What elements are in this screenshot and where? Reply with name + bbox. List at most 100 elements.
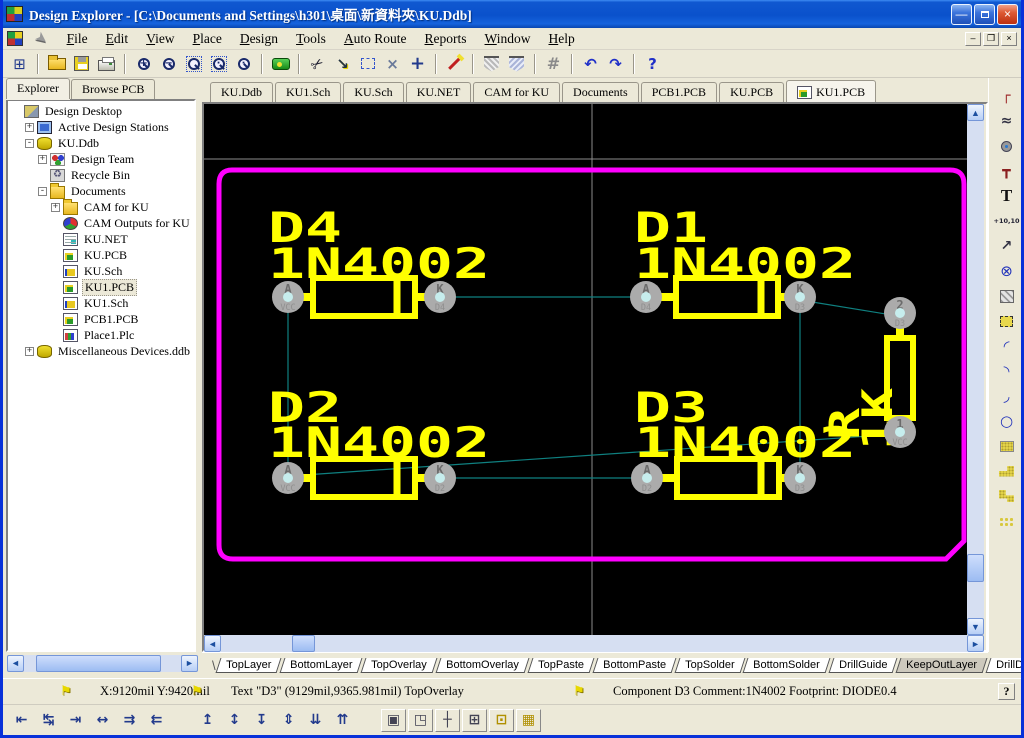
- mdi-restore-button[interactable]: ❒: [983, 32, 999, 46]
- center-vertical-icon[interactable]: ↕: [222, 709, 247, 732]
- component-D1[interactable]: D11N4002AD4KD3: [630, 203, 856, 316]
- zoom-point-icon[interactable]: ·: [232, 53, 255, 75]
- layer-tab-bottomoverlay[interactable]: BottomOverlay: [435, 658, 529, 673]
- scroll-left-icon[interactable]: ◄: [204, 635, 221, 652]
- tree-item-ku-net[interactable]: KU.NET: [10, 231, 194, 247]
- doc-tab-cam-for-ku[interactable]: CAM for KU: [473, 82, 560, 102]
- pad-K[interactable]: KD4: [424, 281, 456, 313]
- expand-toggle-icon[interactable]: +: [51, 203, 60, 212]
- save-document-icon[interactable]: [70, 53, 93, 75]
- place-component-icon[interactable]: [995, 309, 1019, 333]
- place-room-icon[interactable]: ⊗: [995, 259, 1019, 283]
- batch-drc-icon[interactable]: [505, 53, 528, 75]
- copy-track-icon[interactable]: ↘: [331, 53, 354, 75]
- align-left-icon[interactable]: ⇤: [9, 709, 34, 732]
- cut-icon[interactable]: ✂: [306, 53, 329, 75]
- doc-tab-ku1-pcb[interactable]: KU1.PCB: [786, 80, 876, 102]
- help-icon[interactable]: ?: [641, 53, 664, 75]
- scroll-track[interactable]: [221, 635, 967, 652]
- doc-tab-ku1-sch[interactable]: KU1.Sch: [275, 82, 341, 102]
- menu-view[interactable]: View: [137, 29, 183, 49]
- tree-item-pcb1-pcb[interactable]: PCB1.PCB: [10, 311, 194, 327]
- tree-item-documents[interactable]: -Documents: [10, 183, 194, 199]
- panel-tab-browse-pcb[interactable]: Browse PCB: [71, 79, 155, 99]
- space-vertical-increase-icon[interactable]: ⇊: [303, 709, 328, 732]
- placement-tools-icon[interactable]: ▦: [516, 709, 541, 732]
- zoom-in-icon[interactable]: +: [132, 53, 155, 75]
- place-pad-icon[interactable]: [995, 134, 1019, 158]
- menu-reports[interactable]: Reports: [416, 29, 476, 49]
- panel-tab-explorer[interactable]: Explorer: [6, 78, 70, 99]
- place-dimension-icon[interactable]: ↗: [995, 234, 1019, 258]
- tree-item-ku-pcb[interactable]: KU.PCB: [10, 247, 194, 263]
- scroll-down-icon[interactable]: ▼: [967, 618, 984, 635]
- print-icon[interactable]: [95, 53, 118, 75]
- explorer-hscrollbar[interactable]: ◄ ►: [6, 652, 199, 674]
- doc-tab-pcb1-pcb[interactable]: PCB1.PCB: [641, 82, 717, 102]
- expand-toggle-icon[interactable]: -: [25, 139, 34, 148]
- component-R[interactable]: R1K2D31VCC: [820, 297, 916, 450]
- expand-toggle-icon[interactable]: +: [25, 347, 34, 356]
- menu-edit[interactable]: Edit: [97, 29, 138, 49]
- pad-A[interactable]: AVCC: [272, 462, 304, 494]
- layer-tab-toppaste[interactable]: TopPaste: [527, 658, 594, 673]
- tree-item-design-team[interactable]: +Design Team: [10, 151, 194, 167]
- arrange-in-rectangle-icon[interactable]: ◳: [408, 709, 433, 732]
- doc-tab-ku-net[interactable]: KU.NET: [406, 82, 472, 102]
- tree-item-cam-outputs-for-ku[interactable]: CAM Outputs for KU: [10, 215, 194, 231]
- pad-K[interactable]: KD3: [784, 281, 816, 313]
- tree-item-ku1-sch[interactable]: KU1.Sch: [10, 295, 194, 311]
- layer-tab-topsolder[interactable]: TopSolder: [674, 658, 744, 673]
- canvas-hscrollbar[interactable]: ◄ ►: [204, 635, 984, 652]
- full-circle-icon[interactable]: ○: [995, 409, 1019, 433]
- component-D2[interactable]: D21N4002AVCCKD2: [268, 383, 490, 497]
- arrange-components-icon[interactable]: ⊞: [462, 709, 487, 732]
- space-horizontal-increase-icon[interactable]: ⇉: [117, 709, 142, 732]
- move-icon[interactable]: +: [406, 53, 429, 75]
- layer-tab-drillguide[interactable]: DrillGuide: [828, 658, 897, 673]
- align-right-icon[interactable]: ⇥: [63, 709, 88, 732]
- place-via-icon[interactable]: ┳: [995, 159, 1019, 183]
- arc-center-icon[interactable]: ◝: [995, 359, 1019, 383]
- scroll-thumb[interactable]: [292, 635, 315, 652]
- rectangle-fill-icon[interactable]: [995, 434, 1019, 458]
- place-string-icon[interactable]: T: [995, 184, 1019, 208]
- move-to-grid-icon[interactable]: ┼: [435, 709, 460, 732]
- pad-A[interactable]: AD4: [630, 281, 662, 313]
- align-top-icon[interactable]: ↥: [195, 709, 220, 732]
- tree-item-miscellaneous-devices-ddb[interactable]: +Miscellaneous Devices.ddb: [10, 343, 194, 359]
- pad-K[interactable]: KD3: [784, 462, 816, 494]
- place-track-icon[interactable]: ┌: [995, 84, 1019, 108]
- grid-toggle-icon[interactable]: #: [542, 53, 565, 75]
- close-button[interactable]: ×: [997, 4, 1018, 25]
- tree-item-ku-sch[interactable]: KU.Sch: [10, 263, 194, 279]
- space-vertical-decrease-icon[interactable]: ⇈: [330, 709, 355, 732]
- pad-2[interactable]: 2D3: [884, 297, 916, 329]
- special-wand-icon[interactable]: [443, 53, 466, 75]
- doc-tab-ku-ddb[interactable]: KU.Ddb: [210, 82, 273, 102]
- layer-tab-keepoutlayer[interactable]: KeepOutLayer: [896, 658, 988, 673]
- place-wire-icon[interactable]: ≈: [995, 109, 1019, 133]
- layer-tab-toplayer[interactable]: TopLayer: [215, 658, 281, 673]
- space-horizontal-equal-icon[interactable]: ↔: [90, 709, 115, 732]
- arc-angle-icon[interactable]: ◞: [995, 384, 1019, 408]
- scroll-thumb[interactable]: [967, 554, 984, 582]
- expand-toggle-icon[interactable]: -: [38, 187, 47, 196]
- layer-tab-drilldrawing[interactable]: DrillDrawing: [986, 658, 1024, 673]
- pad-K[interactable]: KD2: [424, 462, 456, 494]
- split-plane-icon[interactable]: [995, 484, 1019, 508]
- layer-tab-bottomsolder[interactable]: BottomSolder: [743, 658, 831, 673]
- minimize-button[interactable]: —: [951, 4, 972, 25]
- menu-tools[interactable]: Tools: [287, 29, 335, 49]
- menu-help[interactable]: Help: [539, 29, 583, 49]
- zoom-selection-icon[interactable]: ·: [207, 53, 230, 75]
- scroll-thumb[interactable]: [36, 655, 161, 672]
- polygon-plane-icon[interactable]: [995, 459, 1019, 483]
- scroll-right-icon[interactable]: ►: [967, 635, 984, 652]
- menu-window[interactable]: Window: [476, 29, 540, 49]
- mdi-minimize-button[interactable]: –: [965, 32, 981, 46]
- zoom-window-icon[interactable]: [182, 53, 205, 75]
- tree-item-design-desktop[interactable]: Design Desktop: [10, 103, 194, 119]
- space-vertical-equal-icon[interactable]: ⇕: [276, 709, 301, 732]
- board-view-icon[interactable]: [269, 53, 292, 75]
